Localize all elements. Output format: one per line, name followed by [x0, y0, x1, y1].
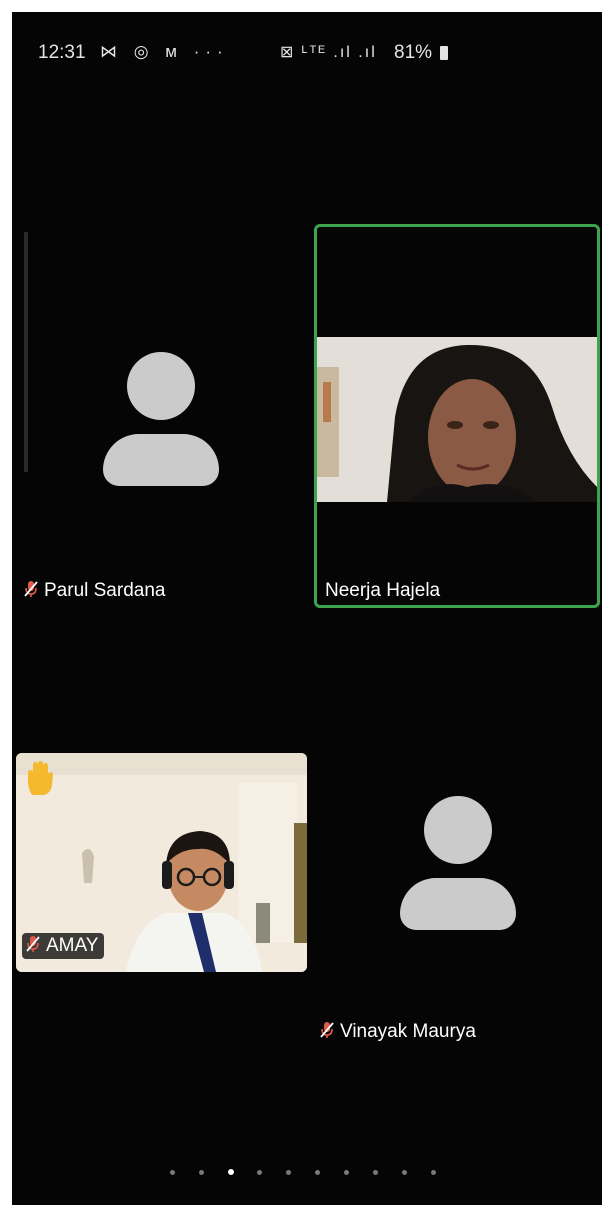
page-dot[interactable] — [402, 1170, 407, 1175]
page-dot[interactable] — [373, 1170, 378, 1175]
mic-muted-icon — [26, 935, 40, 953]
participant-tile-parul[interactable]: Parul Sardana — [12, 224, 308, 608]
meeting-screen: 12:31 ⋈ ◎ ᴍ ··· ⊠ ᴸᵀᴱ .ıl .ıl 81% Parul … — [12, 12, 602, 1205]
mic-muted-icon — [24, 580, 38, 598]
status-bar: 12:31 ⋈ ◎ ᴍ ··· ⊠ ᴸᵀᴱ .ıl .ıl 81% — [12, 12, 602, 92]
battery-percent: 81% — [394, 42, 433, 63]
mic-muted-icon — [320, 1021, 334, 1039]
participant-tile-neerja[interactable]: Neerja Hajela — [314, 224, 600, 608]
page-indicator[interactable] — [170, 1167, 460, 1179]
participant-name: Vinayak Maurya — [320, 1021, 476, 1043]
page-dot[interactable] — [315, 1170, 320, 1175]
video-feed — [317, 337, 597, 502]
status-time: 12:31 — [38, 42, 86, 63]
participant-name: Parul Sardana — [24, 580, 165, 602]
raised-hand-icon — [24, 761, 56, 802]
participant-tile-amay[interactable]: AMAY — [16, 753, 307, 972]
avatar-body-icon — [103, 434, 219, 486]
page-dot[interactable] — [199, 1170, 204, 1175]
page-dot[interactable] — [170, 1170, 175, 1175]
page-dot[interactable] — [257, 1170, 262, 1175]
notification-icons: ⋈ ◎ ᴍ ··· — [100, 42, 229, 61]
page-dot[interactable] — [286, 1170, 291, 1175]
participant-name-text: AMAY — [46, 935, 99, 956]
page-dot[interactable] — [431, 1170, 436, 1175]
page-dot[interactable] — [228, 1169, 234, 1175]
video-frame-image — [317, 337, 597, 502]
page-dot[interactable] — [344, 1170, 349, 1175]
battery-icon — [440, 46, 448, 60]
participant-name-text: Parul Sardana — [44, 580, 166, 601]
participant-name: AMAY — [22, 933, 105, 959]
avatar-body-icon — [400, 878, 516, 930]
avatar-icon — [424, 796, 492, 864]
participant-name-text: Vinayak Maurya — [340, 1021, 476, 1042]
avatar-icon — [127, 352, 195, 420]
participant-tile-vinayak[interactable]: Vinayak Maurya — [310, 753, 602, 1083]
participant-name: Neerja Hajela — [325, 580, 441, 601]
signal-icons: ⊠ ᴸᵀᴱ .ıl .ıl — [280, 44, 377, 61]
